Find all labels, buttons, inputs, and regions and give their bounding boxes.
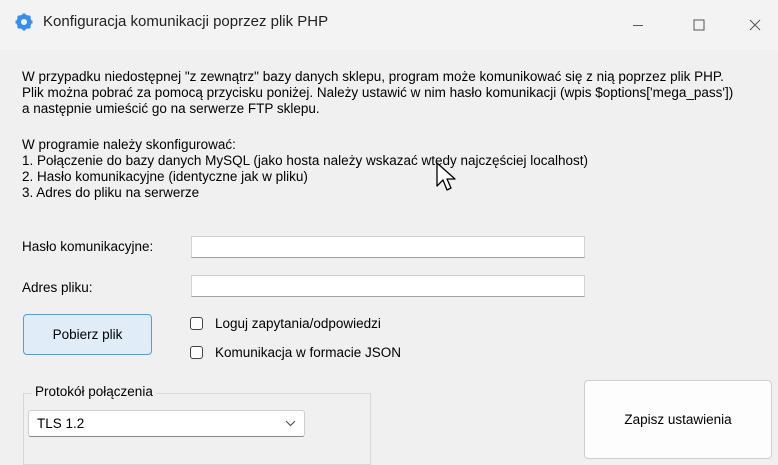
minimize-icon	[633, 25, 643, 26]
close-button[interactable]	[732, 0, 778, 50]
step-1: 1. Połączenie do bazy danych MySQL (jako…	[22, 153, 589, 168]
step-3: 3. Adres do pliku na serwerze	[22, 185, 200, 200]
json-checkbox[interactable]	[190, 346, 203, 359]
description-line-1: W przypadku niedostępnej "z zewnątrz" ba…	[22, 69, 724, 84]
download-button[interactable]: Pobierz plik	[23, 314, 152, 355]
url-label: Adres pliku:	[22, 280, 93, 295]
json-checkbox-label: Komunikacja w formacie JSON	[215, 345, 402, 360]
protocol-legend: Protokół połączenia	[32, 384, 156, 399]
steps-header: W programie należy skonfigurować:	[22, 137, 236, 152]
protocol-select[interactable]: TLS 1.2	[28, 410, 305, 437]
protocol-selected-value: TLS 1.2	[37, 416, 85, 431]
password-input[interactable]	[191, 236, 585, 258]
maximize-icon	[693, 19, 705, 31]
dialog-content: W przypadku niedostępnej "z zewnątrz" ba…	[0, 50, 778, 465]
url-input[interactable]	[191, 275, 585, 297]
gear-icon	[15, 13, 33, 31]
description-line-3: a następnie umieścić go na serwerze FTP …	[22, 101, 320, 116]
log-checkbox[interactable]	[190, 317, 203, 330]
close-icon	[749, 19, 761, 31]
title-bar: Konfiguracja komunikacji poprzez plik PH…	[0, 0, 778, 50]
save-button[interactable]: Zapisz ustawienia	[584, 380, 772, 459]
chevron-down-icon	[285, 420, 296, 427]
mouse-cursor-icon	[436, 162, 456, 191]
window-title: Konfiguracja komunikacji poprzez plik PH…	[43, 13, 329, 30]
step-2: 2. Hasło komunikacyjne (identyczne jak w…	[22, 169, 308, 184]
minimize-button[interactable]	[615, 0, 661, 50]
description-line-2: Plik można pobrać za pomocą przycisku po…	[22, 85, 734, 100]
password-label: Hasło komunikacyjne:	[22, 239, 154, 254]
maximize-button[interactable]	[676, 0, 722, 50]
log-checkbox-label: Loguj zapytania/odpowiedzi	[215, 316, 381, 331]
